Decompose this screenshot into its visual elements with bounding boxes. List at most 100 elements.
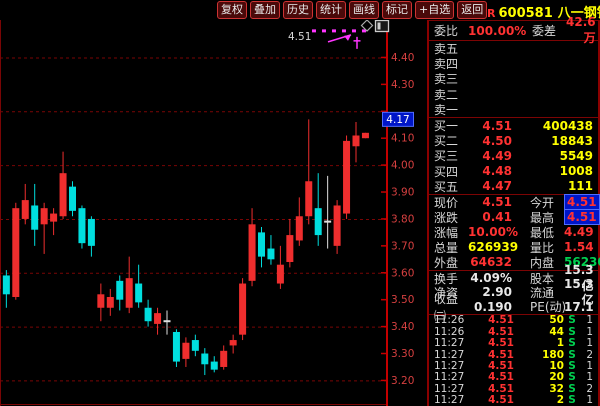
kline-chart[interactable]: 4.404.304.104.003.903.803.703.603.503.40… bbox=[0, 20, 427, 406]
tick-row: 11:274.5110S1 bbox=[429, 360, 598, 371]
quote-row: 总量626939量比1.54 bbox=[429, 240, 598, 255]
svg-text:3.60: 3.60 bbox=[391, 267, 414, 279]
tick-side: S bbox=[564, 349, 580, 361]
svg-text:4.00: 4.00 bbox=[391, 160, 414, 172]
svg-text:3.70: 3.70 bbox=[391, 240, 414, 252]
bid-row[interactable]: 买二4.5018843 bbox=[429, 133, 598, 148]
ask-row[interactable]: 卖三 bbox=[429, 71, 598, 86]
fundamentals: 换手4.09%股本15.3亿净资2.90流通15.3亿收益㈢0.190PE(动)… bbox=[429, 271, 598, 315]
svg-text:3.20: 3.20 bbox=[391, 375, 414, 387]
bid-row[interactable]: 买一4.51400438 bbox=[429, 118, 598, 133]
fundamental-label: PE(动) bbox=[530, 298, 564, 315]
toolbar-button-7[interactable]: +自选 bbox=[415, 1, 454, 19]
tick-count: 1 bbox=[580, 337, 593, 349]
candles bbox=[0, 119, 369, 375]
tick-row: 11:274.51180S2 bbox=[429, 349, 598, 360]
bid-queue: 买一4.51400438买二4.5018843买三4.495549买四4.481… bbox=[429, 118, 598, 195]
ask-queue: 卖五卖四卖三卖二卖一 bbox=[429, 41, 598, 118]
tick-time: 11:27 bbox=[434, 349, 474, 361]
tick-volume: 20 bbox=[514, 371, 564, 383]
bid-volume: 111 bbox=[512, 179, 593, 193]
svg-text:3.90: 3.90 bbox=[391, 187, 414, 199]
toolbar-button-2[interactable]: 叠加 bbox=[250, 1, 280, 19]
svg-text:3.50: 3.50 bbox=[391, 294, 414, 306]
ask-row[interactable]: 卖二 bbox=[429, 87, 598, 102]
tick-volume: 44 bbox=[514, 326, 564, 338]
ask-row[interactable]: 卖四 bbox=[429, 56, 598, 71]
tick-volume: 180 bbox=[514, 349, 564, 361]
toolbar-buttons: 复权叠加历史统计画线标记+自选返回 bbox=[217, 1, 487, 19]
toolbar-button-1[interactable]: 复权 bbox=[217, 1, 247, 19]
tick-volume: 50 bbox=[514, 314, 564, 326]
fundamental-value: 4.09% bbox=[468, 271, 512, 285]
bid-volume: 1008 bbox=[512, 164, 593, 178]
tick-side: S bbox=[564, 394, 580, 406]
quote-row: 现价4.51今开4.51 bbox=[429, 195, 598, 210]
tick-side: S bbox=[564, 326, 580, 338]
tick-side: S bbox=[564, 314, 580, 326]
toolbar-button-8[interactable]: 返回 bbox=[457, 1, 487, 19]
svg-text:4.17: 4.17 bbox=[386, 114, 409, 126]
tick-price: 4.51 bbox=[474, 349, 514, 361]
tick-volume: 32 bbox=[514, 383, 564, 395]
bid-price: 4.47 bbox=[468, 179, 512, 193]
fundamental-value: 17.1 bbox=[564, 300, 594, 314]
svg-text:4.30: 4.30 bbox=[391, 79, 414, 91]
quote-panel: 委比 100.00% 委差 42.6万 卖五卖四卖三卖二卖一 买一4.51400… bbox=[427, 20, 600, 406]
quote-label: 外盘 bbox=[434, 254, 468, 271]
quote-value: 10.00% bbox=[468, 225, 512, 239]
tick-side: S bbox=[564, 371, 580, 383]
quote-value: 4.51 bbox=[564, 210, 600, 224]
weibi-value: 100.00% bbox=[468, 24, 520, 38]
svg-text:4.40: 4.40 bbox=[391, 52, 414, 64]
toolbar: 复权叠加历史统计画线标记+自选返回 R600581八一钢铁 bbox=[0, 0, 600, 20]
tick-row: 11:274.512S1 bbox=[429, 395, 598, 406]
svg-text:4.51: 4.51 bbox=[288, 31, 311, 43]
bid-row[interactable]: 买四4.481008 bbox=[429, 164, 598, 179]
weibi-row: 委比 100.00% 委差 42.6万 bbox=[429, 21, 598, 40]
toolbar-button-5[interactable]: 画线 bbox=[349, 1, 379, 19]
last-price-label: 4.17 bbox=[383, 112, 414, 126]
tick-price: 4.51 bbox=[474, 360, 514, 372]
price-axis: 4.404.304.104.003.903.803.703.603.503.40… bbox=[381, 20, 414, 406]
bid-volume: 400438 bbox=[512, 119, 593, 133]
bid-level-label: 买五 bbox=[434, 178, 468, 195]
tick-time: 11:27 bbox=[434, 360, 474, 372]
bid-price: 4.48 bbox=[468, 164, 512, 178]
tick-price: 4.51 bbox=[474, 326, 514, 338]
tick-side: S bbox=[564, 360, 580, 372]
window-restore-icon[interactable] bbox=[376, 21, 389, 32]
ask-level-label: 卖一 bbox=[434, 101, 468, 118]
tick-volume: 2 bbox=[514, 394, 564, 406]
tick-row: 11:274.5132S2 bbox=[429, 383, 598, 394]
quote-value-inner: 4.51 bbox=[564, 209, 600, 225]
quote-row: 涨幅10.00%最低4.49 bbox=[429, 225, 598, 240]
quote-value: 0.41 bbox=[468, 210, 512, 224]
tick-row: 11:274.511S1 bbox=[429, 338, 598, 349]
toolbar-button-4[interactable]: 统计 bbox=[316, 1, 346, 19]
tick-time: 11:27 bbox=[434, 394, 474, 406]
svg-text:3.30: 3.30 bbox=[391, 348, 414, 360]
toolbar-button-6[interactable]: 标记 bbox=[382, 1, 412, 19]
quote-value: 4.51 bbox=[564, 195, 600, 209]
tick-count: 1 bbox=[580, 326, 593, 338]
tick-time: 11:27 bbox=[434, 371, 474, 383]
quote-value: 626939 bbox=[468, 240, 512, 254]
toolbar-button-3[interactable]: 历史 bbox=[283, 1, 313, 19]
tick-side: S bbox=[564, 337, 580, 349]
tick-price: 4.51 bbox=[474, 383, 514, 395]
tick-price: 4.51 bbox=[474, 314, 514, 326]
tick-time: 11:27 bbox=[434, 383, 474, 395]
limit-up-annotation: 4.51 bbox=[288, 31, 368, 49]
bid-row[interactable]: 买三4.495549 bbox=[429, 148, 598, 163]
tick-row: 11:274.5120S1 bbox=[429, 372, 598, 383]
bid-row[interactable]: 买五4.47111 bbox=[429, 179, 598, 194]
ask-row[interactable]: 卖一 bbox=[429, 102, 598, 117]
bid-price: 4.51 bbox=[468, 119, 512, 133]
candlestick-svg: 4.404.304.104.003.903.803.703.603.503.40… bbox=[0, 20, 427, 406]
tick-time: 11:26 bbox=[434, 314, 474, 326]
tick-price: 4.51 bbox=[474, 337, 514, 349]
tick-count: 2 bbox=[580, 349, 593, 361]
tick-count: 1 bbox=[580, 314, 593, 326]
quote-row: 涨跌0.41最高4.51 bbox=[429, 210, 598, 225]
